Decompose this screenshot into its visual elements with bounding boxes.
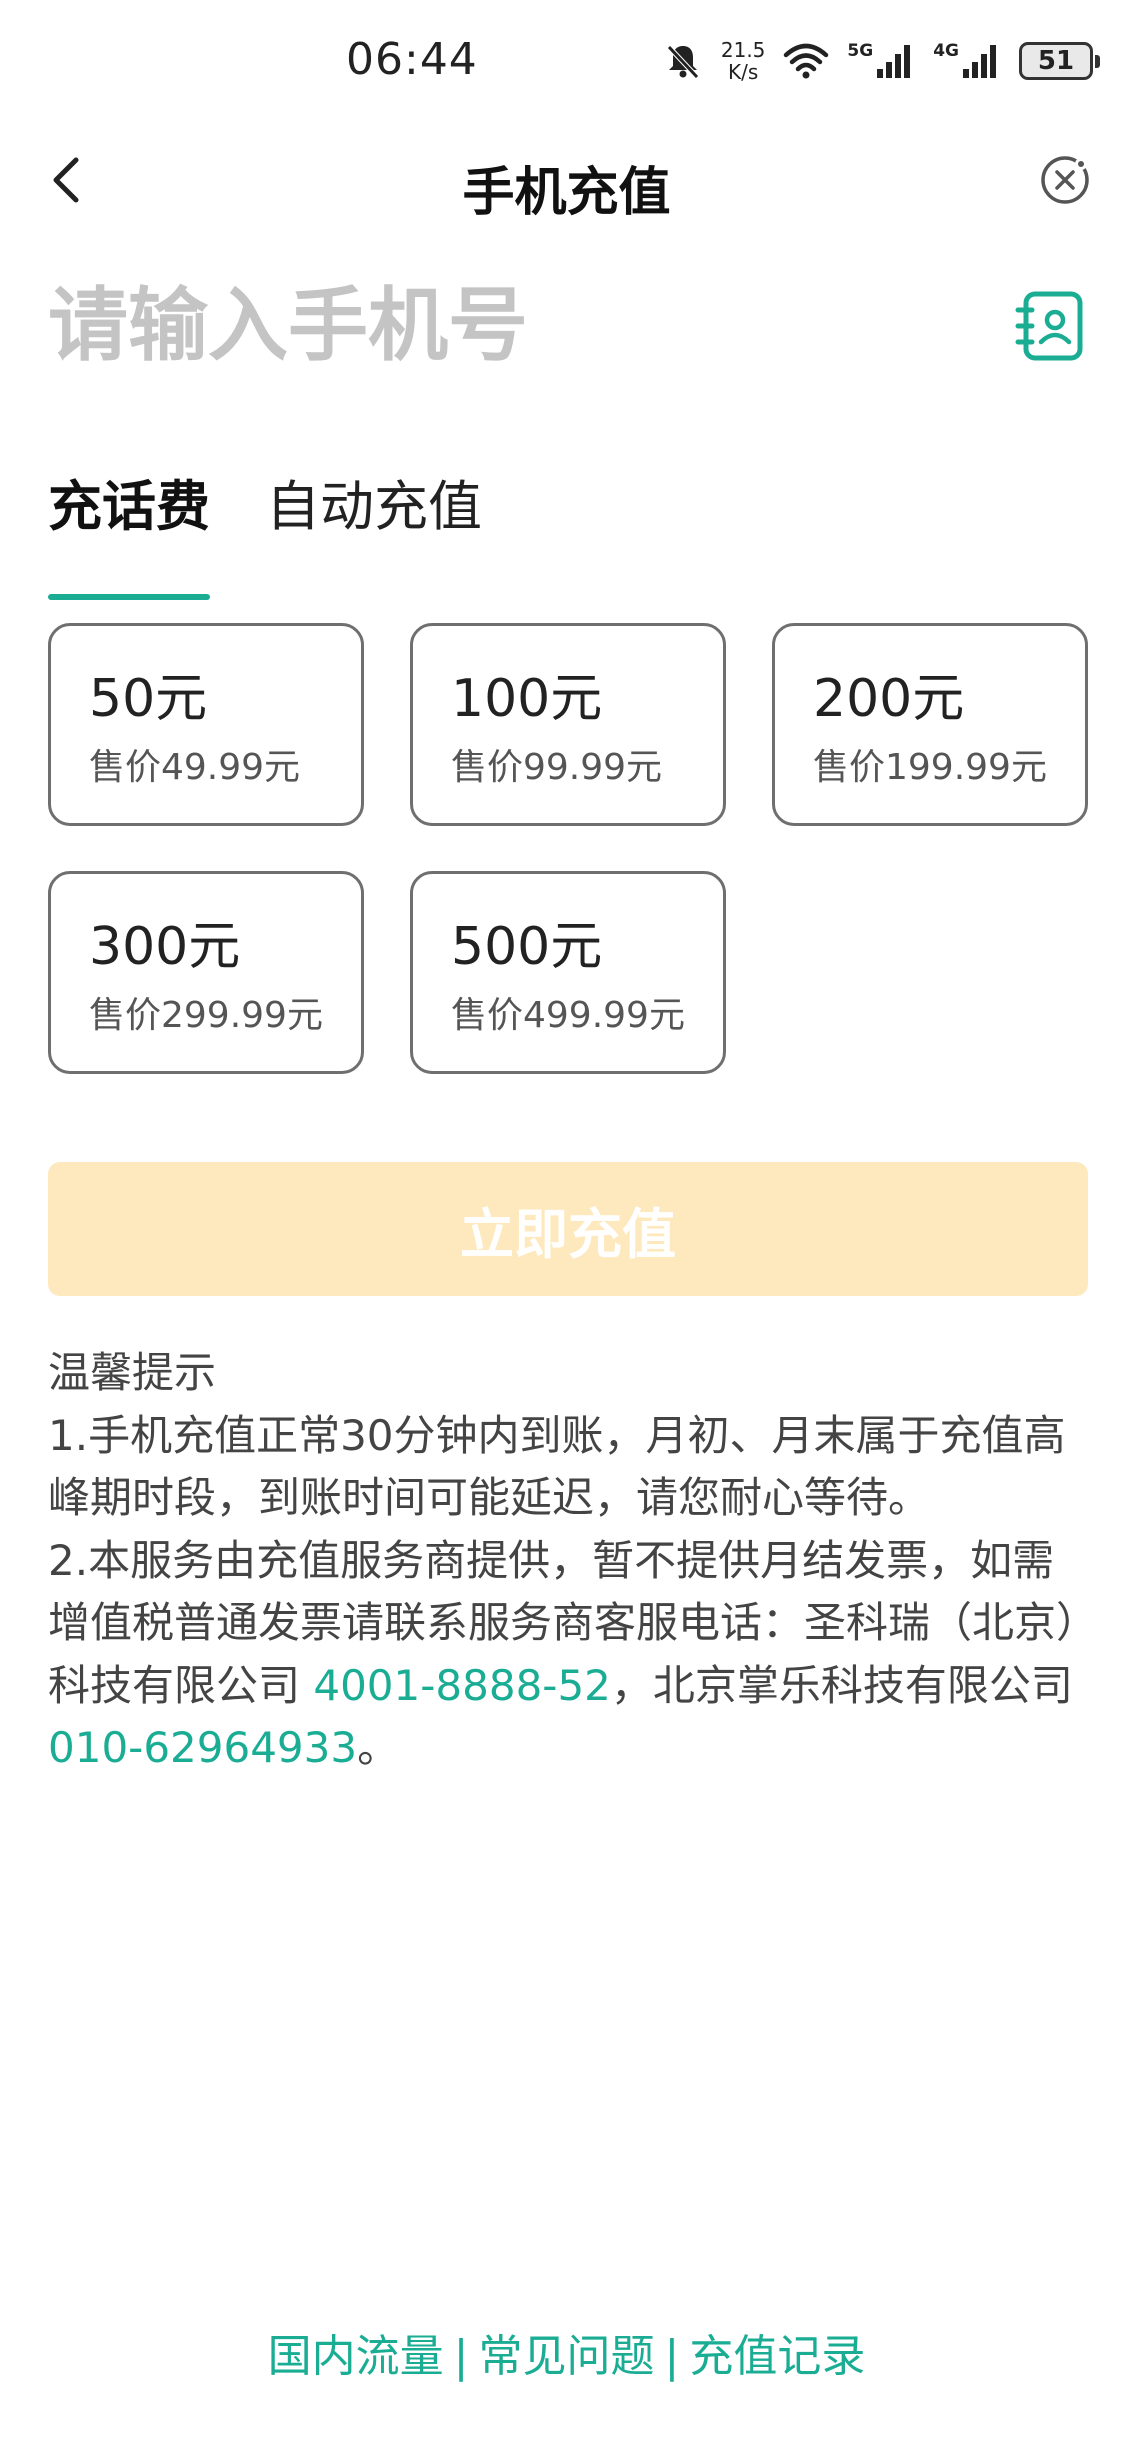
- service-phone-1-link[interactable]: 4001-8888-52: [313, 1661, 611, 1710]
- close-circle-icon[interactable]: [1037, 152, 1093, 208]
- footer-separator: |: [453, 2331, 469, 2382]
- bell-muted-icon: [667, 45, 699, 79]
- tip-line-2-middle: ，北京掌乐科技有限公司: [610, 1660, 1073, 1710]
- footer-link-faq[interactable]: 常见问题: [479, 2331, 655, 2382]
- signal-4g-icon: [963, 45, 996, 78]
- footer-links: 国内流量 | 常见问题 | 充值记录: [0, 2320, 1133, 2384]
- card-amount: 300元: [89, 917, 241, 977]
- nav-bar: 手机充值: [0, 120, 1133, 240]
- wifi-icon: [784, 43, 829, 79]
- card-price: 售价99.99元: [451, 747, 663, 788]
- card-price: 售价299.99元: [89, 995, 323, 1036]
- tab-phone-bill[interactable]: 充话费: [48, 462, 210, 600]
- net-4g-label: 4G: [933, 41, 959, 61]
- card-amount: 200元: [813, 669, 965, 729]
- status-time: 06:44: [346, 34, 478, 85]
- tip-line-1: 1.手机充值正常30分钟内到账，月初、月末属于充值高峰期时段，到账时间可能延迟，…: [48, 1410, 1066, 1523]
- footer-link-recharge-history[interactable]: 充值记录: [689, 2331, 865, 2382]
- amount-card-500[interactable]: 500元 售价499.99元: [410, 871, 726, 1074]
- recharge-page: 06:44 21.5 K/s 5G 4G 51 手机充值 请输入手机号 充话费 …: [0, 0, 1133, 2453]
- network-speed: 21.5 K/s: [721, 39, 766, 83]
- card-price: 售价499.99元: [451, 995, 685, 1036]
- contacts-book-icon[interactable]: [1012, 288, 1088, 364]
- status-icons: 21.5 K/s 5G 4G 51: [645, 36, 1100, 86]
- tip-line-2: 2.本服务由充值服务商提供，暂不提供月结发票，如需增值税普通发票请联系服务商客服…: [48, 1530, 1088, 1780]
- card-amount: 500元: [451, 917, 603, 977]
- card-price: 售价199.99元: [813, 747, 1047, 788]
- signal-5g-icon: [877, 45, 911, 78]
- footer-separator: |: [664, 2331, 680, 2382]
- phone-input-row: [48, 270, 1088, 390]
- page-title: 手机充值: [462, 163, 671, 223]
- status-bar: 06:44 21.5 K/s 5G 4G 51: [0, 0, 1133, 120]
- phone-number-input[interactable]: [48, 270, 988, 380]
- tips-title: 温馨提示: [48, 1348, 217, 1397]
- recharge-now-button[interactable]: 立即充值: [48, 1162, 1088, 1296]
- net-5g-label: 5G: [847, 41, 874, 61]
- speed-value: 21.5: [720, 38, 766, 62]
- amount-card-300[interactable]: 300元 售价299.99元: [48, 871, 364, 1074]
- amount-card-100[interactable]: 100元 售价99.99元: [410, 623, 726, 826]
- card-amount: 100元: [451, 669, 603, 729]
- tip-line-2-suffix: 。: [357, 1723, 400, 1772]
- tab-auto-recharge[interactable]: 自动充值: [266, 462, 482, 562]
- footer-link-domestic-data[interactable]: 国内流量: [268, 2331, 444, 2382]
- amount-card-50[interactable]: 50元 售价49.99元: [48, 623, 364, 826]
- card-price: 售价49.99元: [89, 747, 301, 788]
- recharge-tabs: 充话费 自动充值: [48, 462, 538, 600]
- battery-level: 51: [1037, 46, 1075, 76]
- amount-card-200[interactable]: 200元 售价199.99元: [772, 623, 1088, 826]
- speed-unit: K/s: [728, 60, 759, 84]
- card-amount: 50元: [89, 669, 208, 729]
- service-phone-2-link[interactable]: 010-62964933: [48, 1723, 357, 1772]
- tips-section: 温馨提示 1.手机充值正常30分钟内到账，月初、月末属于充值高峰期时段，到账时间…: [48, 1342, 1088, 1780]
- battery-icon: 51: [1019, 42, 1100, 80]
